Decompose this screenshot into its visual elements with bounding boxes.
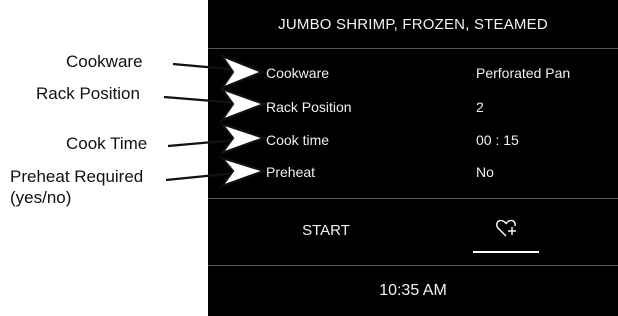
arrowhead-cookware [219,53,265,91]
arrow-rack-position [163,95,239,105]
arrowhead-rack-position [218,86,268,123]
arrow-preheat [165,171,237,182]
arrowhead-preheat [218,155,268,189]
arrow-cook-time [167,138,237,148]
callout-arrows [163,53,268,189]
arrowhead-cook-time [218,121,268,156]
